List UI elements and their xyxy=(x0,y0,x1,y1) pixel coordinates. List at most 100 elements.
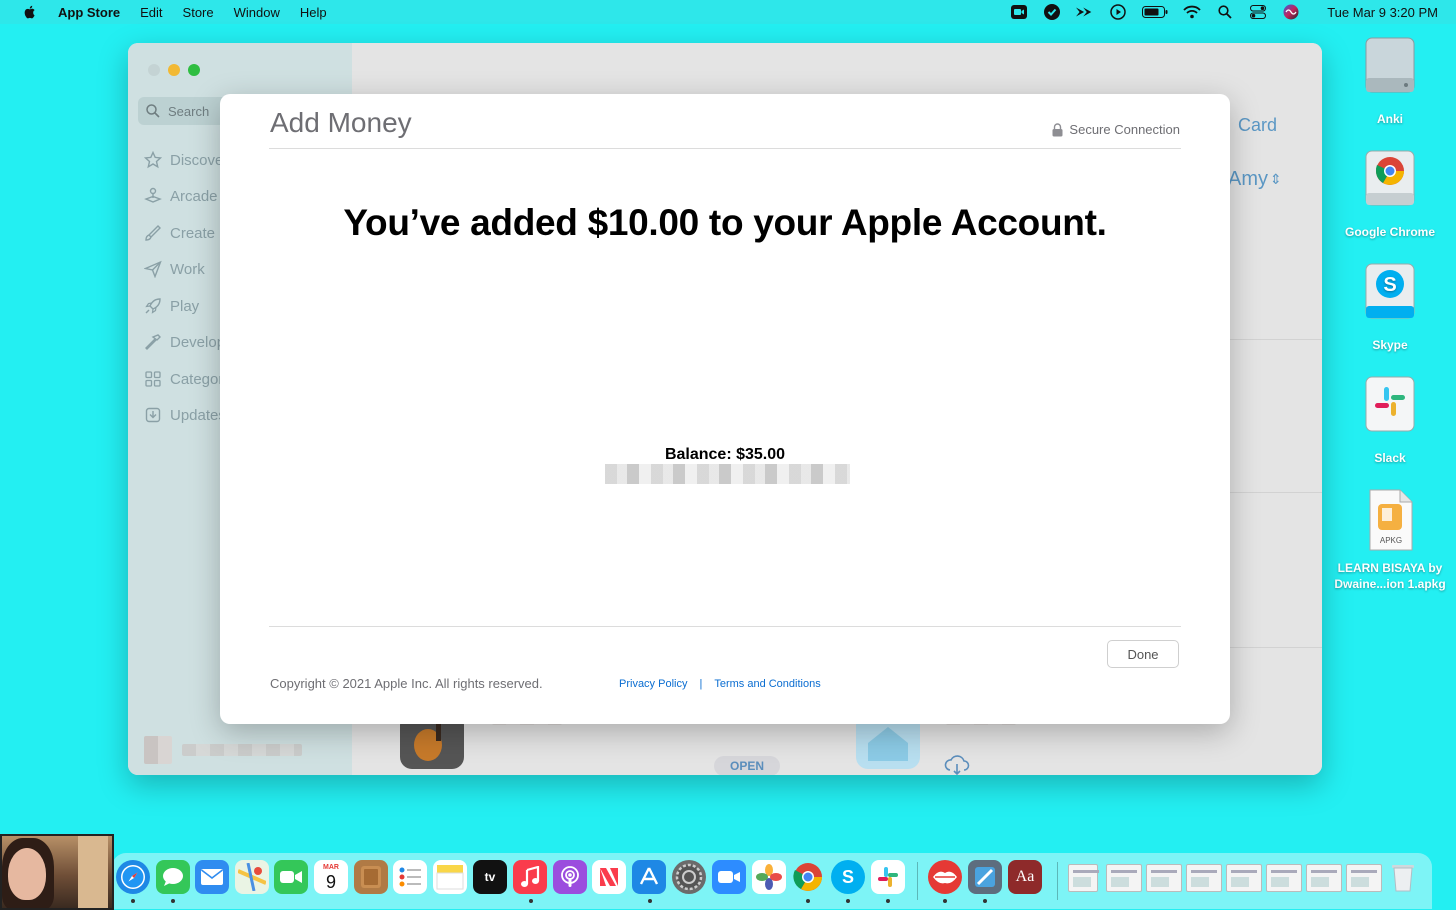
dock-xcode[interactable] xyxy=(968,860,1002,894)
open-button[interactable]: OPEN xyxy=(714,756,780,775)
chevron-updown-icon: ⇕ xyxy=(1270,171,1282,187)
menu-clock[interactable]: Tue Mar 9 3:20 PM xyxy=(1327,5,1438,20)
apple-menu-icon[interactable] xyxy=(22,4,38,20)
sidebar-item-updates[interactable]: Updates xyxy=(144,404,226,426)
sidebar-item-develop[interactable]: Develop xyxy=(144,331,225,353)
calendar-day: 9 xyxy=(325,871,336,892)
dock-tv[interactable]: tv xyxy=(473,860,507,894)
dock-system-preferences[interactable] xyxy=(672,860,706,894)
svg-text:S: S xyxy=(1383,274,1396,296)
desktop-icon-anki[interactable]: Anki xyxy=(1330,36,1450,127)
dock-news[interactable] xyxy=(592,860,626,894)
dock-app-store[interactable] xyxy=(632,860,666,894)
redeem-card-link[interactable]: Card xyxy=(1238,115,1277,136)
calendar-month: MAR xyxy=(323,863,339,871)
desktop-icon-google-chrome[interactable]: Google Chrome xyxy=(1330,149,1450,240)
search-placeholder: Search xyxy=(168,103,210,119)
status-area: Tue Mar 9 3:20 PM xyxy=(1010,0,1456,24)
tv-label: tv xyxy=(484,870,496,884)
spotlight-icon[interactable] xyxy=(1216,4,1234,20)
sidebar-item-label: Create xyxy=(170,224,216,242)
desktop-icon-slack[interactable]: Slack xyxy=(1330,375,1450,466)
close-window-button[interactable] xyxy=(148,64,160,76)
dock-notes[interactable] xyxy=(354,860,388,894)
dock-minimized-window[interactable] xyxy=(1068,864,1099,892)
menu-store[interactable]: Store xyxy=(183,5,214,20)
play-status-icon[interactable] xyxy=(1109,4,1127,20)
dock-maps[interactable] xyxy=(235,860,269,894)
gear-icon xyxy=(675,863,703,891)
account-balance: Balance: $35.00 xyxy=(664,446,786,463)
dock-lips-app[interactable] xyxy=(928,860,962,894)
wifi-icon[interactable] xyxy=(1183,4,1201,20)
dock-slack[interactable] xyxy=(871,860,905,894)
speech-bubble-icon xyxy=(163,868,183,886)
dock-mail[interactable] xyxy=(195,860,229,894)
dock-minimized-window[interactable] xyxy=(1226,864,1262,892)
sidebar-item-arcade[interactable]: Arcade xyxy=(144,185,218,207)
dock-zoom[interactable] xyxy=(712,860,746,894)
trash-icon xyxy=(1392,865,1414,892)
privacy-policy-link[interactable]: Privacy Policy xyxy=(619,678,687,690)
dock-minimized-window[interactable] xyxy=(1346,864,1382,892)
dock-reminders[interactable] xyxy=(393,860,427,894)
sidebar-item-label: Arcade xyxy=(170,187,218,205)
menu-help[interactable]: Help xyxy=(300,5,327,20)
desktop-icon-apkg[interactable]: APKG LEARN BISAYA by Dwaine...ion 1.apkg xyxy=(1330,488,1450,592)
add-money-sheet: Add Money Secure Connection You’ve added… xyxy=(220,94,1230,724)
sidebar-item-discover[interactable]: Discover xyxy=(144,149,228,171)
desktop-icon-label: Skype xyxy=(1372,338,1408,352)
sidebar-item-play[interactable]: Play xyxy=(144,295,199,317)
dock-safari[interactable] xyxy=(116,860,150,894)
dock-minimized-window[interactable] xyxy=(1266,864,1302,892)
dock-trash[interactable] xyxy=(1386,860,1420,894)
chrome-drive-icon xyxy=(1365,150,1415,206)
dock-photos[interactable] xyxy=(752,860,786,894)
sidebar-item-label: Play xyxy=(170,297,200,315)
dock-google-chrome[interactable] xyxy=(791,860,825,894)
dock-minimized-window[interactable] xyxy=(1106,864,1142,892)
zoom-status-icon[interactable] xyxy=(1010,4,1028,20)
dock-calendar[interactable]: MAR 9 xyxy=(314,860,348,894)
desktop-icon-label: LEARN BISAYA by Dwaine...ion 1.apkg xyxy=(1334,561,1446,591)
compass-icon xyxy=(121,865,145,889)
terms-and-conditions-link[interactable]: Terms and Conditions xyxy=(714,678,820,690)
sidebar-item-work[interactable]: Work xyxy=(144,258,205,280)
dock-facetime[interactable] xyxy=(274,860,308,894)
confirmation-headline: You’ve added $10.00 to your Apple Accoun… xyxy=(343,202,1107,243)
sidebar-item-label: Updates xyxy=(170,406,226,424)
music-note-icon xyxy=(521,866,540,887)
sidebar-item-label: Work xyxy=(170,260,205,278)
sticky-note-icon xyxy=(436,865,464,890)
control-center-icon[interactable] xyxy=(1249,4,1267,20)
siri-icon[interactable] xyxy=(1282,4,1300,20)
desktop-icon-skype[interactable]: S Skype xyxy=(1330,262,1450,353)
secure-connection-label: Secure Connection xyxy=(1069,122,1180,137)
divider xyxy=(1230,339,1322,340)
dock-skype[interactable]: S xyxy=(831,860,865,894)
cloud-download-icon[interactable] xyxy=(944,755,970,775)
dock-messages[interactable] xyxy=(156,860,190,894)
dock-minimized-window[interactable] xyxy=(1306,864,1342,892)
zoom-window-button[interactable] xyxy=(188,64,200,76)
dock-music[interactable] xyxy=(513,860,547,894)
webcam-overlay xyxy=(0,834,114,910)
account-button[interactable] xyxy=(144,736,302,764)
todo-status-icon[interactable] xyxy=(1043,4,1061,20)
done-button[interactable]: Done xyxy=(1107,640,1179,668)
minimize-window-button[interactable] xyxy=(168,64,180,76)
menu-window[interactable]: Window xyxy=(234,5,280,20)
dock-dictionary[interactable]: Aa xyxy=(1008,860,1042,894)
dock-podcasts[interactable] xyxy=(553,860,587,894)
sidebar-item-create[interactable]: Create xyxy=(144,222,215,244)
svg-text:S: S xyxy=(842,867,854,887)
webcam-face xyxy=(8,848,46,900)
menu-edit[interactable]: Edit xyxy=(140,5,162,20)
bird-status-icon[interactable] xyxy=(1076,4,1094,20)
menu-app-name[interactable]: App Store xyxy=(58,5,120,20)
dock-stickies[interactable] xyxy=(433,860,467,894)
dock-minimized-window[interactable] xyxy=(1186,864,1222,892)
battery-icon[interactable] xyxy=(1142,4,1168,20)
dock-minimized-window[interactable] xyxy=(1146,864,1182,892)
account-name-menu[interactable]: Amy xyxy=(1228,168,1268,191)
